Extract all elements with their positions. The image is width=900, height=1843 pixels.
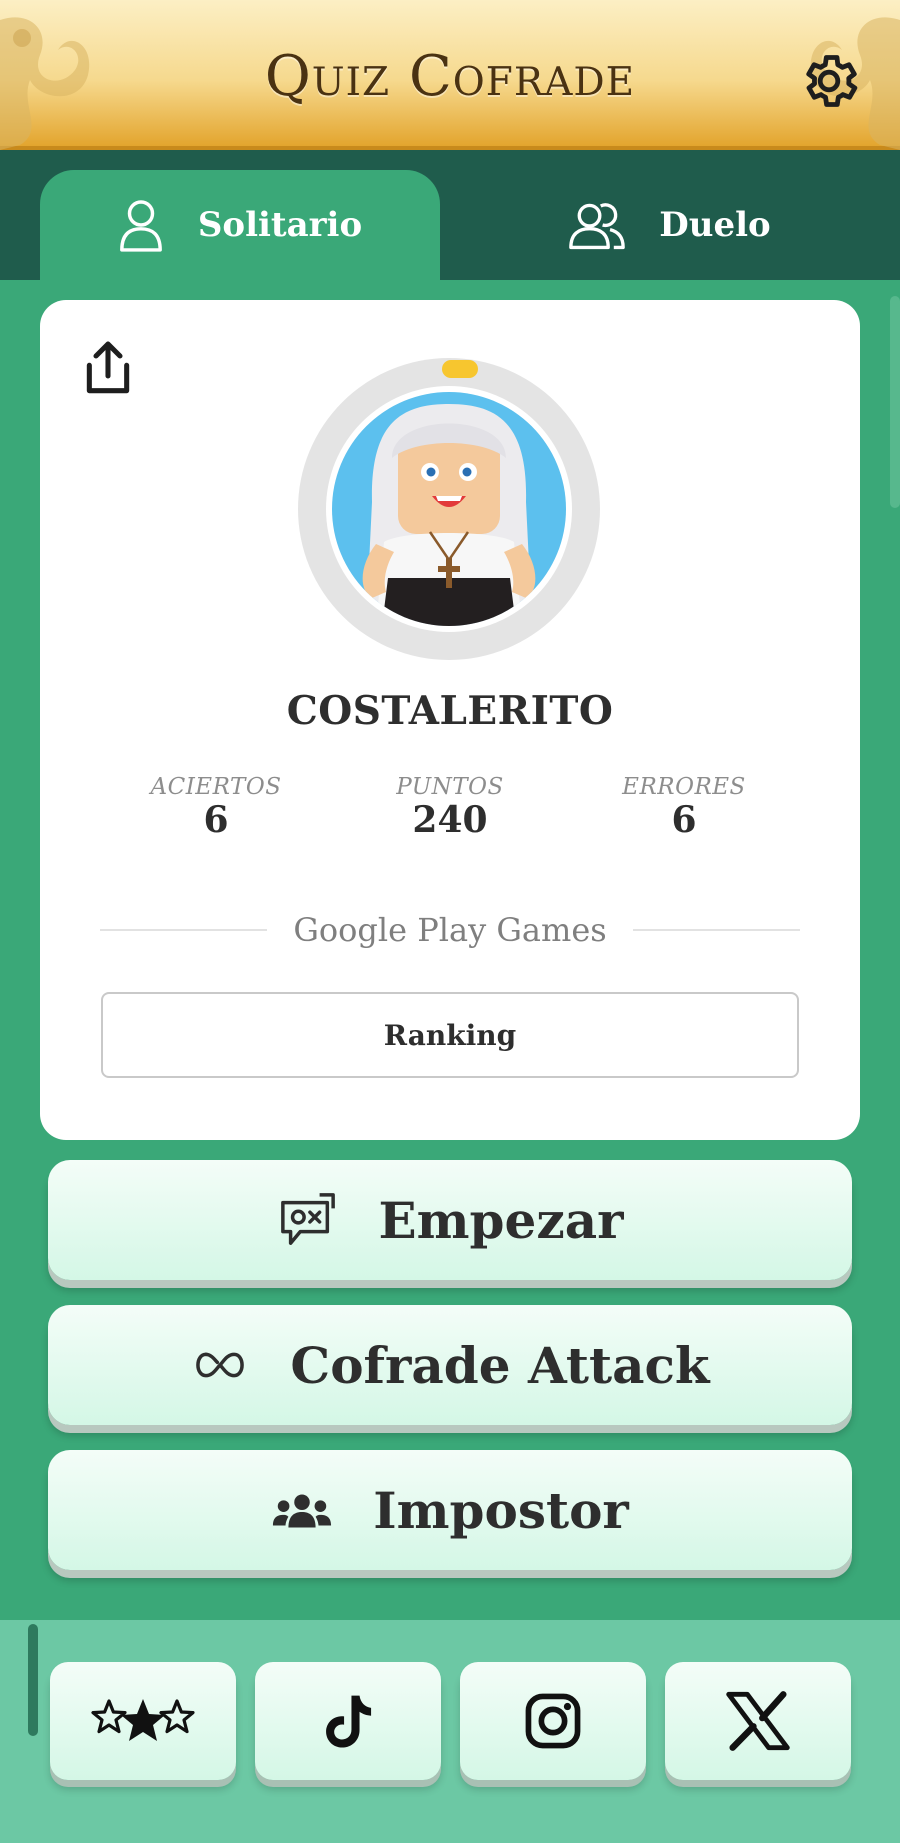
infinity-icon — [196, 1352, 245, 1378]
stat-aciertos: ACIERTOS 6 — [106, 774, 326, 840]
stat-label: PUNTOS — [396, 774, 504, 800]
stat-value: 6 — [203, 799, 229, 841]
tab-duelo-label: Duelo — [659, 205, 771, 245]
x-twitter-button[interactable] — [665, 1662, 851, 1780]
rate-button[interactable] — [50, 1662, 236, 1780]
empezar-button[interactable]: Empezar — [48, 1160, 852, 1280]
stat-errores: ERRORES 6 — [574, 774, 794, 840]
avatar-frame — [298, 358, 600, 660]
scrollbar[interactable] — [890, 296, 900, 508]
instagram-button[interactable] — [460, 1662, 646, 1780]
user-icon — [119, 200, 162, 252]
stat-puntos: PUNTOS 240 — [340, 774, 560, 840]
google-play-divider: Google Play Games — [100, 908, 801, 952]
divider-line — [632, 929, 801, 931]
users-icon — [569, 203, 626, 250]
tiktok-button[interactable] — [255, 1662, 441, 1780]
mode-tabbar: Solitario Duelo — [0, 150, 900, 280]
google-play-label: Google Play Games — [293, 911, 607, 949]
impostor-button[interactable]: Impostor — [48, 1450, 852, 1570]
tiktok-icon — [326, 1695, 372, 1748]
tab-duelo[interactable]: Duelo — [470, 170, 870, 280]
stat-label: ERRORES — [622, 774, 746, 800]
instagram-icon — [525, 1693, 581, 1749]
stat-label: ACIERTOS — [150, 774, 282, 800]
gear-icon — [806, 55, 858, 107]
avatar — [326, 386, 572, 632]
avatar-level-badge — [442, 360, 478, 378]
x-icon — [726, 1691, 790, 1751]
tab-solitario-label: Solitario — [197, 205, 363, 245]
group-icon — [273, 1494, 332, 1528]
ranking-button[interactable]: Ranking — [101, 992, 799, 1078]
divider-line — [100, 929, 268, 931]
tab-solitario[interactable]: Solitario — [40, 170, 440, 280]
settings-button[interactable] — [794, 46, 864, 116]
app-title: Quiz Cofrade — [264, 44, 636, 109]
profile-card: COSTALERITO ACIERTOS 6 PUNTOS 240 ERRORE… — [40, 300, 860, 1140]
app-header: Quiz Cofrade — [0, 0, 900, 150]
stars-icon — [91, 1699, 195, 1741]
share-icon — [86, 341, 130, 394]
impostor-label: Impostor — [373, 1480, 629, 1540]
empezar-label: Empezar — [378, 1190, 624, 1250]
cofrade-attack-button[interactable]: Cofrade Attack — [48, 1305, 852, 1425]
username: COSTALERITO — [286, 688, 614, 734]
cofrade-attack-label: Cofrade Attack — [290, 1335, 710, 1395]
bottom-scroll-handle[interactable] — [28, 1624, 38, 1736]
avatar-nazareno-icon — [332, 392, 566, 626]
game-controller-icon — [280, 1193, 335, 1245]
share-button[interactable] — [76, 336, 140, 400]
stat-value: 6 — [671, 799, 697, 841]
stat-value: 240 — [412, 799, 488, 841]
